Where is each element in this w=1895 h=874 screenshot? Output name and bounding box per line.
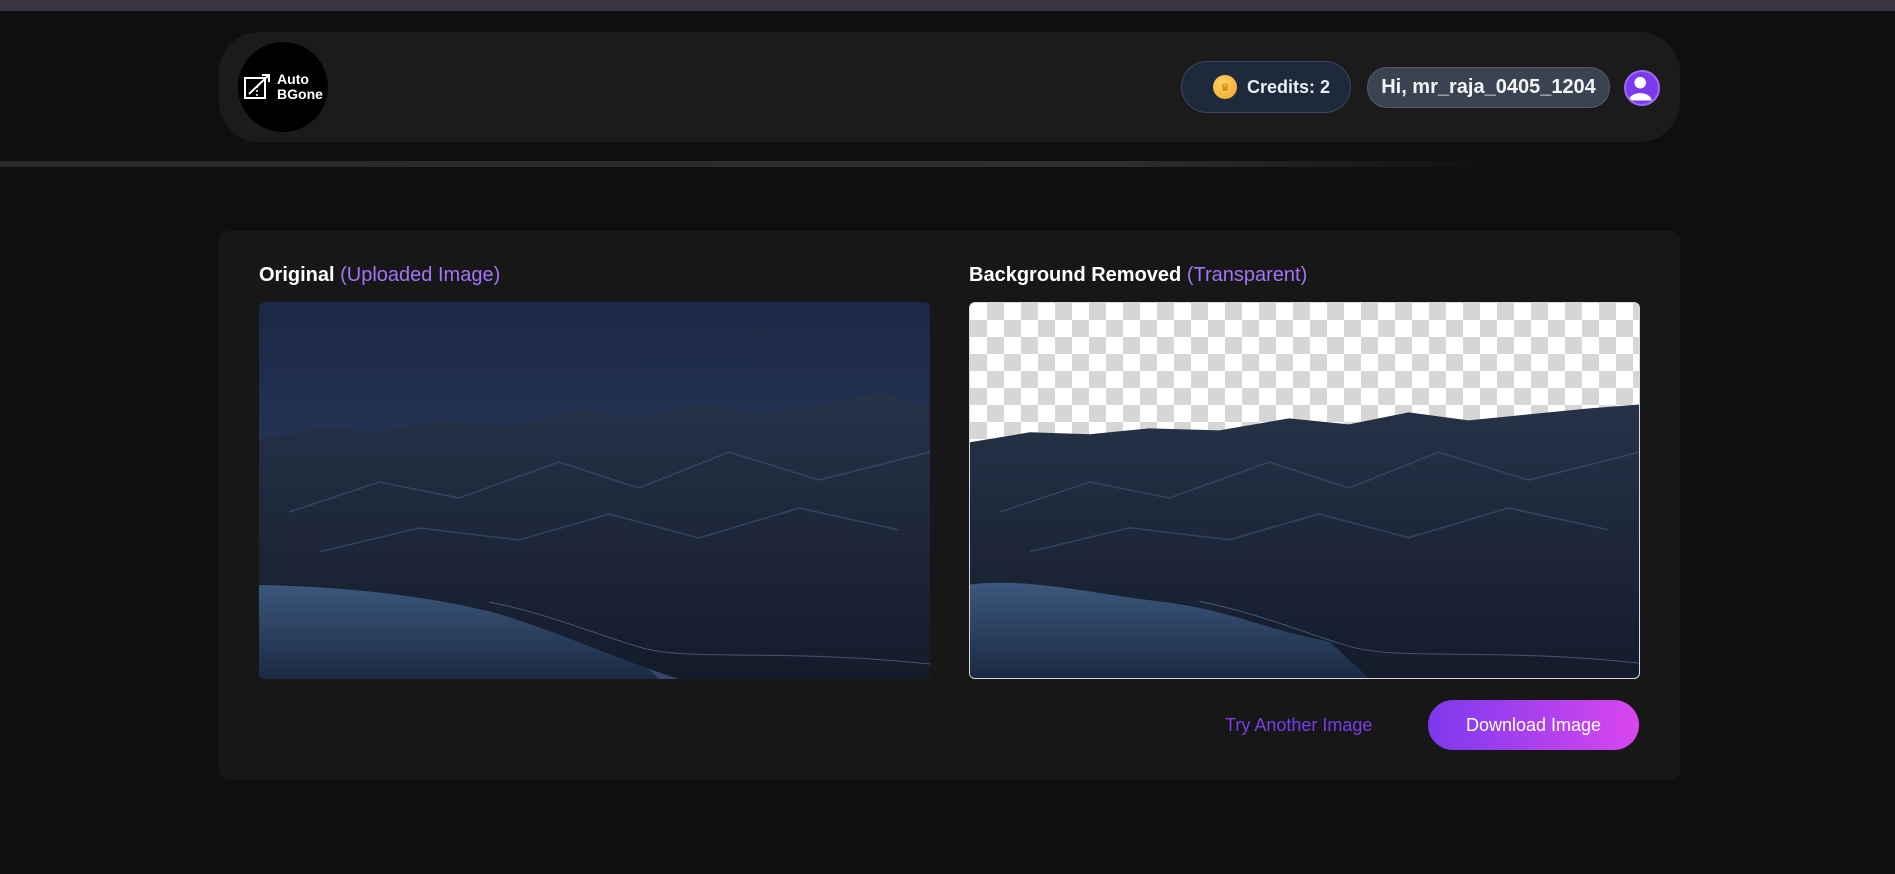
navbar: Auto BGone ♛ Credits: 2 Hi, mr_raja_0405… [219,32,1680,142]
try-another-image-link[interactable]: Try Another Image [1225,715,1372,736]
logo-text: Auto BGone [277,72,323,102]
removed-subtitle: (Transparent) [1186,264,1308,286]
app-logo[interactable]: Auto BGone [238,42,328,132]
original-title: Original [259,264,335,286]
browser-top-strip [0,0,1895,11]
user-greeting[interactable]: Hi, mr_raja_0405_1204 [1367,67,1610,108]
original-subtitle: (Uploaded Image) [340,264,501,286]
logo-line-1: Auto [277,71,309,87]
removed-title: Background Removed [969,264,1182,286]
user-avatar-icon[interactable] [1624,70,1660,106]
download-image-button[interactable]: Download Image [1428,700,1639,750]
header-divider [0,161,1500,167]
logo-line-2: BGone [277,86,323,102]
credits-label: Credits: 2 [1247,76,1331,97]
coin-icon: ♛ [1213,75,1237,99]
logo-icon [244,74,271,99]
original-image [259,302,930,679]
result-card: Original (Uploaded Image) Background Rem… [219,231,1680,780]
removed-panel-title: Background Removed (Transparent) [969,264,1307,287]
original-panel-title: Original (Uploaded Image) [259,264,500,287]
background-removed-image [969,302,1640,679]
credits-badge[interactable]: ♛ Credits: 2 [1181,61,1351,113]
